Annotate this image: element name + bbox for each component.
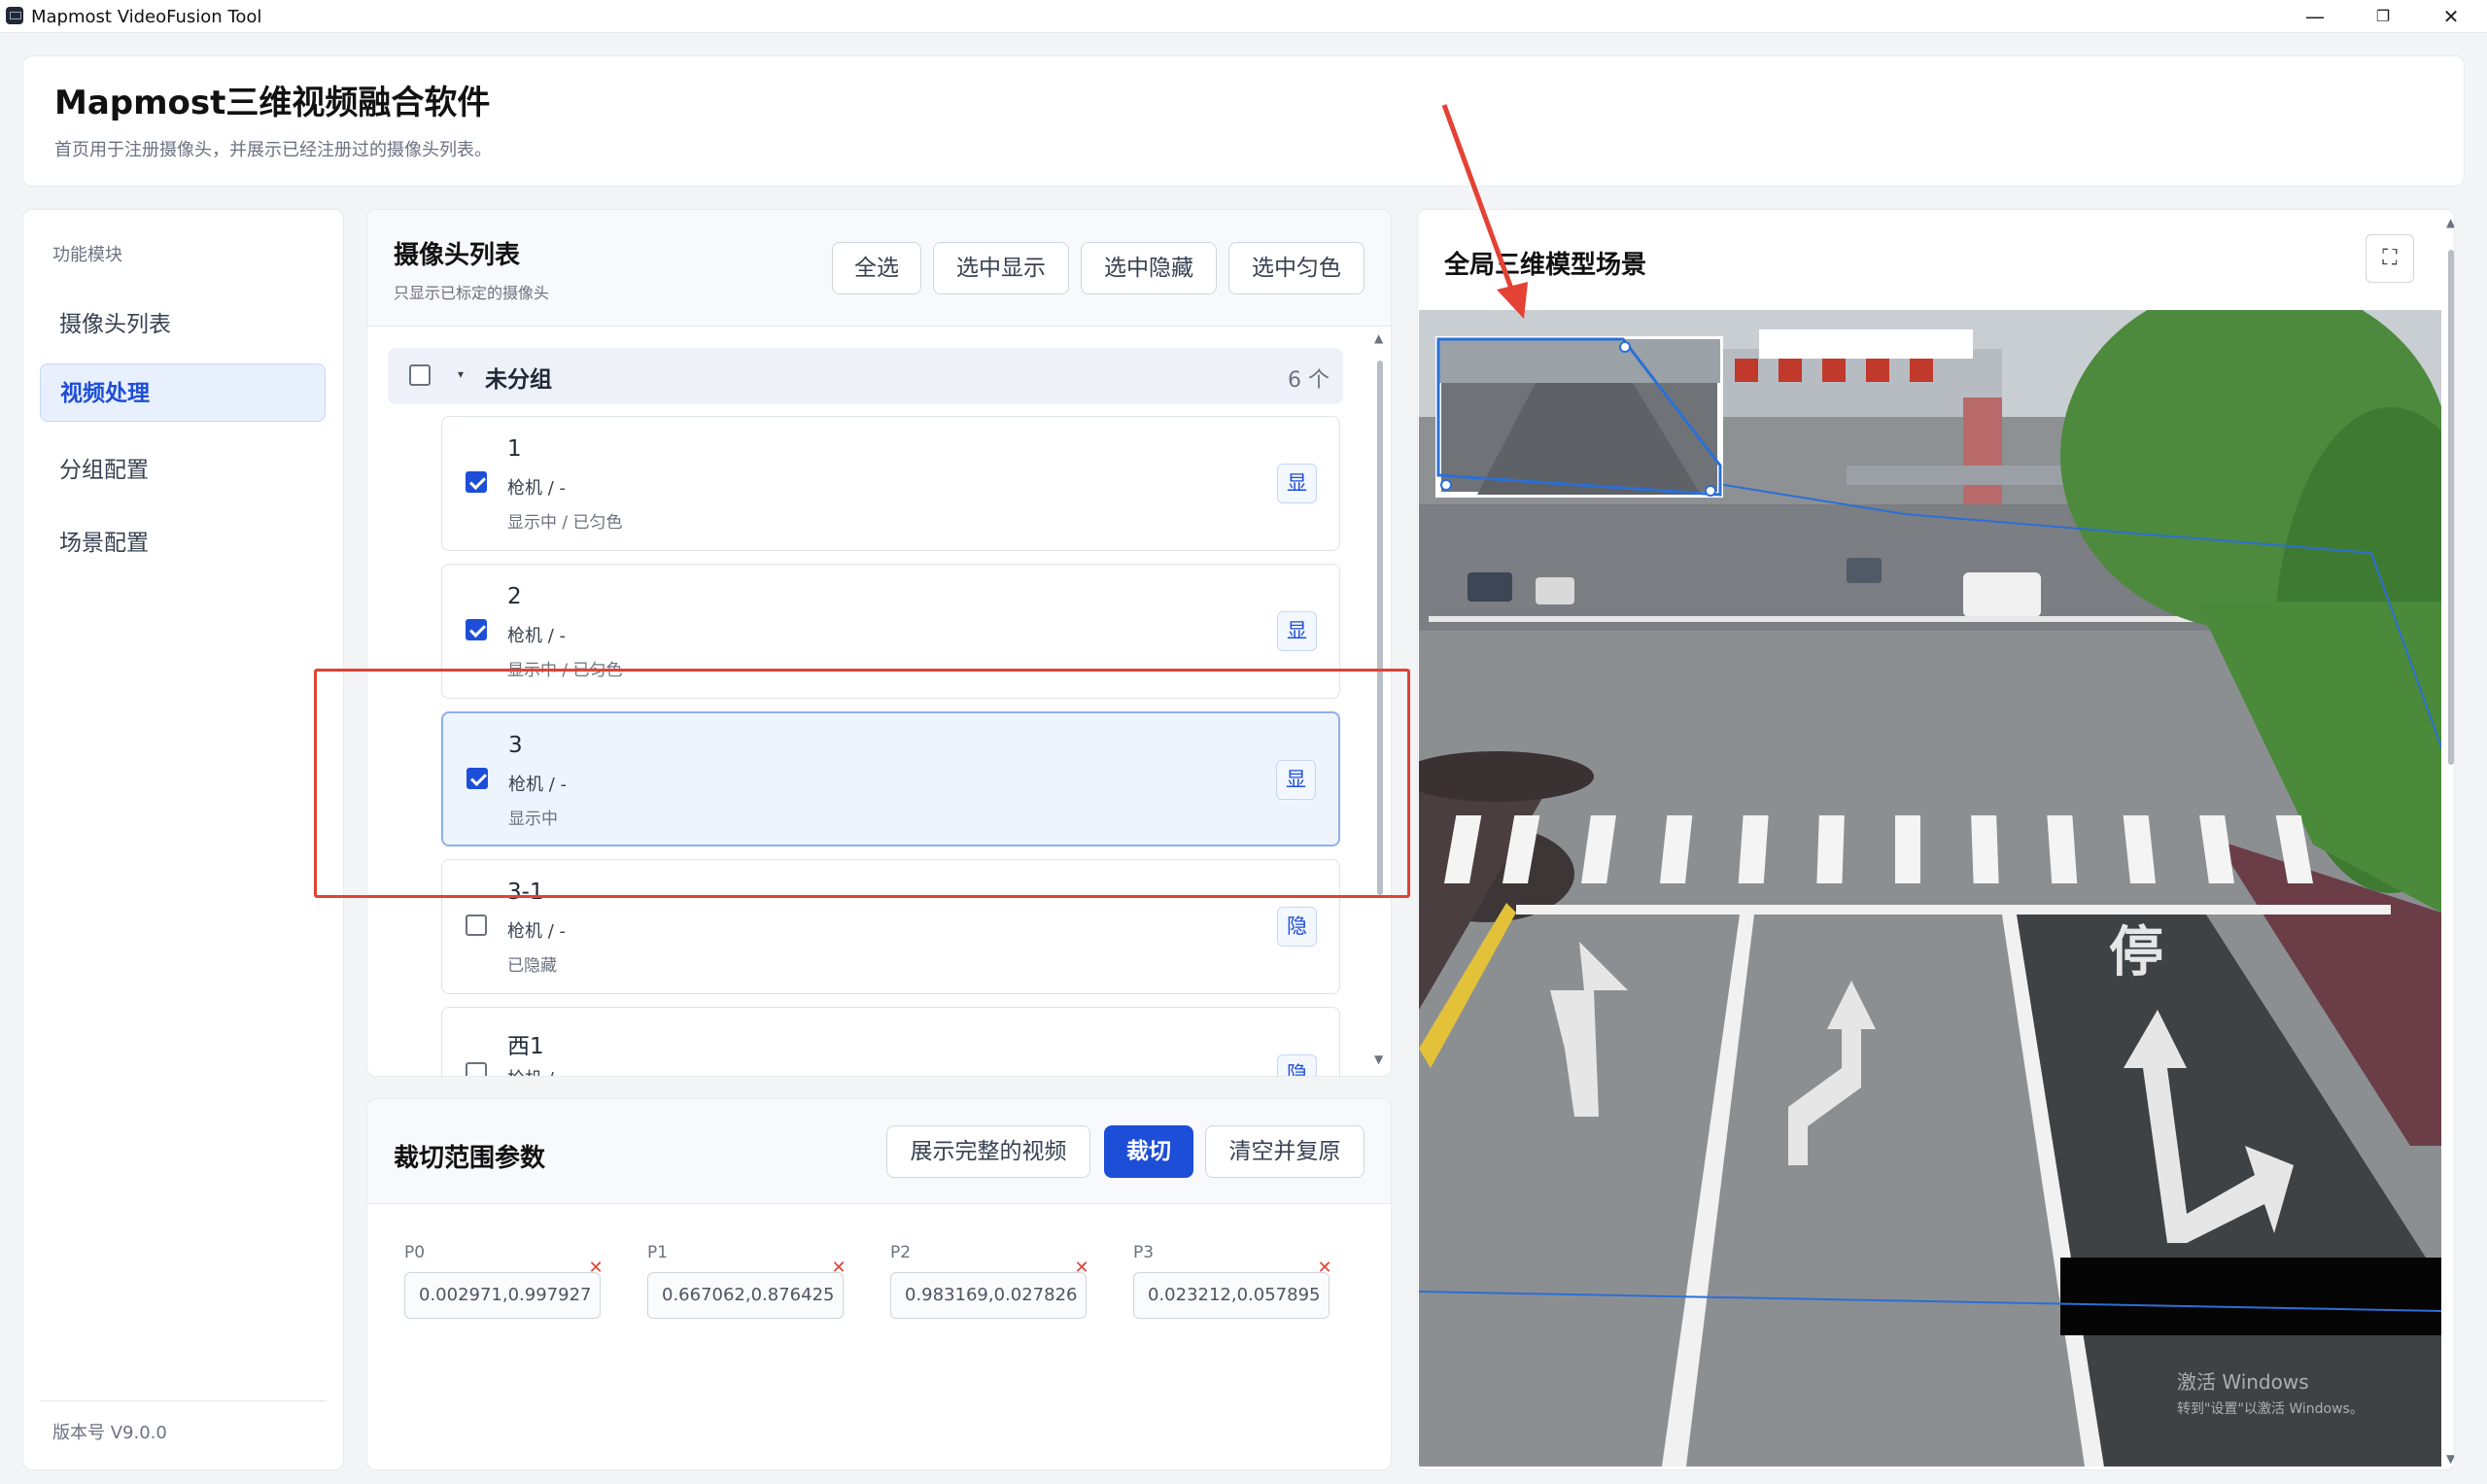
- clear-icon[interactable]: ✕: [1315, 1259, 1334, 1278]
- visibility-toggle-button[interactable]: 显: [1277, 611, 1317, 651]
- point-input-p1[interactable]: 0.667062,0.876425: [647, 1272, 844, 1319]
- camera-list-panel: 摄像头列表 只显示已标定的摄像头 全选 选中显示 选中隐藏 选中匀色 ▾ 未分组…: [366, 209, 1392, 1077]
- page-subtitle: 首页用于注册摄像头，并展示已经注册过的摄像头列表。: [54, 140, 492, 160]
- scene-panel: 全局三维模型场景 ⛶ 停 激活 Windows 转到"设置"以激活 Window…: [1417, 209, 2455, 1470]
- sidebar-item-camera-list[interactable]: 摄像头列表: [40, 295, 326, 354]
- activation-watermark-sub: 转到"设置"以激活 Windows。: [2177, 1400, 2364, 1417]
- scroll-down-icon[interactable]: ▼: [2446, 1452, 2454, 1466]
- sidebar: 功能模块 摄像头列表 视频处理 分组配置 场景配置 版本号 V9.0.0: [22, 209, 344, 1470]
- camera-card[interactable]: 西1 枪机 / - 隐: [441, 1007, 1340, 1076]
- sidebar-heading: 功能模块: [52, 245, 122, 265]
- annotation-arrow-icon: [1441, 104, 1528, 319]
- camera-name: 西1: [507, 1034, 544, 1059]
- group-row-ungrouped[interactable]: ▾ 未分组 6 个: [388, 348, 1343, 404]
- scrollbar-thumb[interactable]: [2448, 250, 2454, 765]
- group-count: 6 个: [1288, 368, 1330, 393]
- app-icon: [6, 7, 23, 24]
- point-label-p2: P2: [890, 1243, 912, 1262]
- point-input-p0[interactable]: 0.002971,0.997927: [404, 1272, 601, 1319]
- clear-icon[interactable]: ✕: [1072, 1259, 1091, 1278]
- scene-scrollbar[interactable]: ▲ ▼: [2446, 216, 2454, 1466]
- camera-status: 显示中 / 已匀色: [507, 513, 623, 533]
- camera-type: 枪机 / -: [507, 1065, 566, 1076]
- group-name: 未分组: [485, 367, 552, 393]
- camera-name: 2: [507, 584, 522, 609]
- window-titlebar: Mapmost VideoFusion Tool — ❐ ✕: [0, 0, 2487, 33]
- scroll-up-icon[interactable]: ▲: [1374, 331, 1383, 345]
- camera-checkbox[interactable]: [466, 915, 487, 936]
- point-label-p1: P1: [647, 1243, 669, 1262]
- group-checkbox[interactable]: [409, 364, 431, 386]
- activation-watermark-title: 激活 Windows: [2177, 1370, 2309, 1394]
- camera-list-subtitle: 只显示已标定的摄像头: [394, 284, 550, 302]
- hide-selected-button[interactable]: 选中隐藏: [1081, 242, 1217, 294]
- clear-icon[interactable]: ✕: [586, 1259, 605, 1278]
- camera-type: 枪机 / -: [507, 478, 567, 499]
- camera-checkbox[interactable]: [466, 619, 487, 640]
- show-full-video-button[interactable]: 展示完整的视频: [886, 1125, 1090, 1178]
- visibility-toggle-button[interactable]: 显: [1277, 464, 1317, 503]
- camera-list-header: 摄像头列表 只显示已标定的摄像头 全选 选中显示 选中隐藏 选中匀色: [367, 210, 1391, 327]
- scene-viewport[interactable]: 停 激活 Windows 转到"设置"以激活 Windows。: [1419, 310, 2441, 1467]
- camera-status: 已隐藏: [507, 956, 557, 976]
- crop-params-title: 裁切范围参数: [394, 1144, 546, 1173]
- sidebar-item-video-processing[interactable]: 视频处理: [40, 363, 326, 422]
- point-label-p3: P3: [1133, 1243, 1155, 1262]
- crop-params-header: 裁切范围参数 展示完整的视频 裁切 清空并复原: [367, 1099, 1391, 1204]
- camera-checkbox[interactable]: [466, 471, 487, 493]
- clear-icon[interactable]: ✕: [829, 1259, 848, 1278]
- visibility-toggle-button[interactable]: 隐: [1277, 907, 1317, 947]
- scene-3d-render: 停 激活 Windows 转到"设置"以激活 Windows。: [1419, 310, 2441, 1467]
- fullscreen-icon[interactable]: ⛶: [2366, 234, 2414, 283]
- scroll-down-icon[interactable]: ▼: [1374, 1053, 1383, 1066]
- chevron-down-icon[interactable]: ▾: [458, 367, 464, 381]
- page-title: Mapmost三维视频融合软件: [54, 84, 491, 122]
- camera-checkbox[interactable]: [466, 1062, 487, 1076]
- clear-restore-button[interactable]: 清空并复原: [1205, 1125, 1364, 1178]
- point-input-p3[interactable]: 0.023212,0.057895: [1133, 1272, 1330, 1319]
- crop-button[interactable]: 裁切: [1104, 1125, 1193, 1178]
- annotation-highlight-box: [314, 669, 1410, 898]
- visibility-toggle-button[interactable]: 隐: [1277, 1054, 1317, 1076]
- crop-params-panel: 裁切范围参数 展示完整的视频 裁切 清空并复原 P0 0.002971,0.99…: [366, 1098, 1392, 1470]
- close-button[interactable]: ✕: [2417, 0, 2485, 32]
- point-input-p2[interactable]: 0.983169,0.027826: [890, 1272, 1087, 1319]
- sidebar-item-group-config[interactable]: 分组配置: [40, 441, 326, 500]
- version-label: 版本号 V9.0.0: [52, 1423, 167, 1443]
- camera-type: 枪机 / -: [507, 921, 567, 942]
- point-label-p0: P0: [404, 1243, 426, 1262]
- minimize-button[interactable]: —: [2281, 0, 2349, 32]
- header-card: Mapmost三维视频融合软件 首页用于注册摄像头，并展示已经注册过的摄像头列表…: [22, 55, 2465, 187]
- camera-type: 枪机 / -: [507, 626, 567, 646]
- sidebar-divider: [40, 1400, 327, 1401]
- road-marking-text: 停: [2109, 921, 2163, 984]
- camera-name: 1: [507, 436, 522, 462]
- show-selected-button[interactable]: 选中显示: [933, 242, 1069, 294]
- camera-list-title: 摄像头列表: [394, 241, 521, 270]
- scroll-up-icon[interactable]: ▲: [2446, 216, 2454, 229]
- window-title: Mapmost VideoFusion Tool: [31, 7, 262, 27]
- maximize-button[interactable]: ❐: [2349, 0, 2417, 32]
- color-selected-button[interactable]: 选中匀色: [1228, 242, 1364, 294]
- camera-card[interactable]: 1 枪机 / - 显示中 / 已匀色 显: [441, 416, 1340, 551]
- sidebar-item-scene-config[interactable]: 场景配置: [40, 514, 326, 572]
- select-all-button[interactable]: 全选: [832, 242, 921, 294]
